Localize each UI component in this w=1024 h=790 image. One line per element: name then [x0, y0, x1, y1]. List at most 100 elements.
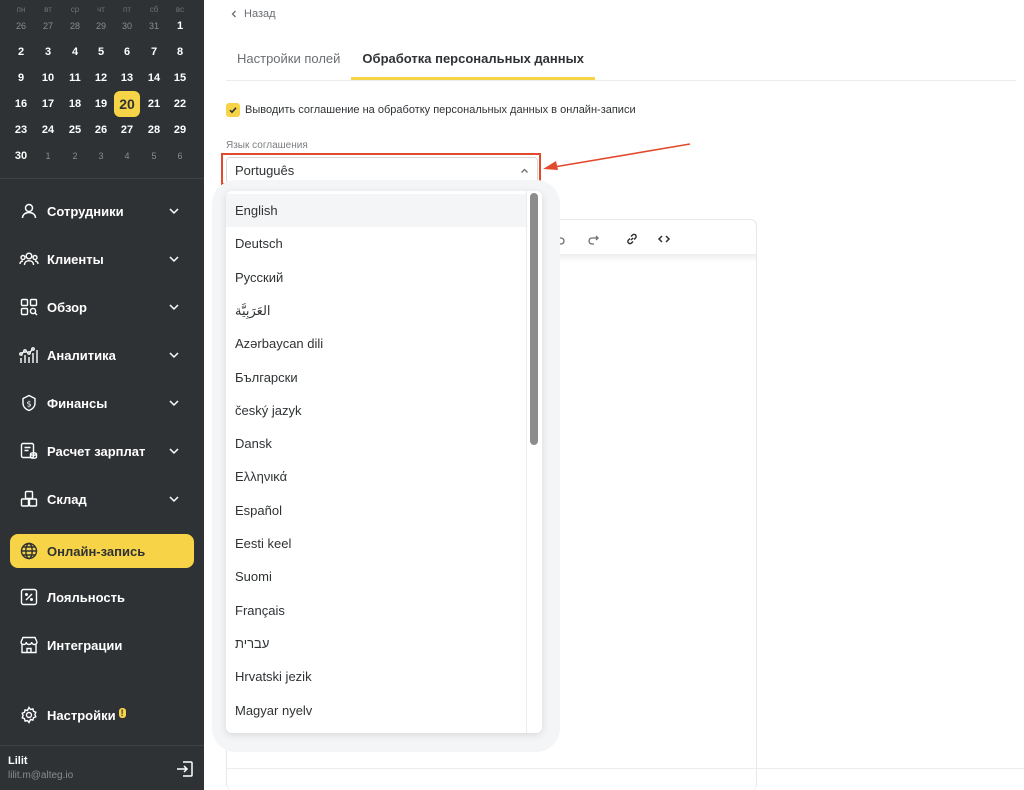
sidebar-item-label: Лояльность: [47, 589, 125, 605]
language-option[interactable]: Български: [226, 361, 526, 394]
calendar-day[interactable]: 21: [141, 91, 167, 117]
calendar-day[interactable]: 26: [8, 13, 34, 39]
calendar-day[interactable]: 16: [8, 91, 34, 117]
logout-icon[interactable]: [174, 758, 196, 780]
calendar-day[interactable]: 5: [141, 143, 167, 169]
sidebar-item-finance[interactable]: $ Финансы: [10, 386, 194, 420]
sidebar-item-analytics[interactable]: Аналитика: [10, 338, 194, 372]
payroll-icon: [19, 441, 39, 461]
calendar-day[interactable]: 24: [35, 117, 61, 143]
calendar-day[interactable]: 19: [88, 91, 114, 117]
language-option[interactable]: English: [226, 194, 526, 227]
language-option[interactable]: Azərbaycan dili: [226, 327, 526, 360]
redo-icon[interactable]: [584, 230, 602, 248]
calendar-day[interactable]: 1: [35, 143, 61, 169]
calendar-day[interactable]: 3: [35, 39, 61, 65]
language-option[interactable]: Dansk: [226, 427, 526, 460]
language-dropdown: Magyar nyelv Hrvatski jezik עברית Français S…: [226, 191, 542, 733]
calendar-day[interactable]: 12: [88, 65, 114, 91]
language-option[interactable]: Español: [226, 494, 526, 527]
calendar-day[interactable]: 11: [62, 65, 88, 91]
calendar-week: 30 1 2 3 4 5 6: [8, 143, 196, 169]
language-option[interactable]: Eesti keel: [226, 527, 526, 560]
calendar-day[interactable]: 29: [167, 117, 193, 143]
language-option[interactable]: Hrvatski jezik: [226, 660, 526, 693]
language-option[interactable]: český jazyk: [226, 394, 526, 427]
calendar-day-today[interactable]: 20: [114, 91, 140, 117]
calendar-day[interactable]: 28: [62, 13, 88, 39]
calendar-day[interactable]: 6: [167, 143, 193, 169]
calendar-day[interactable]: 14: [141, 65, 167, 91]
calendar-day[interactable]: 30: [114, 13, 140, 39]
chevron-down-icon: [169, 256, 179, 263]
sidebar-item-label: Онлайн-запись: [47, 543, 146, 559]
calendar-day[interactable]: 1: [167, 13, 193, 39]
sidebar-item-online-booking[interactable]: Онлайн-запись: [10, 534, 194, 568]
footer-divider: [226, 768, 1024, 769]
agreement-checkbox-row[interactable]: Выводить соглашение на обработку персона…: [226, 103, 636, 117]
back-link[interactable]: Назад: [230, 8, 276, 20]
sidebar-item-payroll[interactable]: Расчет зарплат: [10, 434, 194, 468]
calendar-day[interactable]: 23: [8, 117, 34, 143]
chevron-down-icon: [169, 400, 179, 407]
globe-icon: [19, 541, 39, 561]
language-option[interactable]: עברית: [226, 627, 526, 660]
calendar-day[interactable]: 2: [8, 39, 34, 65]
language-option[interactable]: Deutsch: [226, 227, 526, 260]
calendar-day[interactable]: 8: [167, 39, 193, 65]
sidebar-item-overview[interactable]: Обзор: [10, 290, 194, 324]
calendar-day[interactable]: 31: [141, 13, 167, 39]
calendar-day[interactable]: 13: [114, 65, 140, 91]
calendar-day[interactable]: 4: [62, 39, 88, 65]
calendar-day[interactable]: 30: [8, 143, 34, 169]
calendar-day[interactable]: 9: [8, 65, 34, 91]
checkbox-checked[interactable]: [226, 103, 240, 117]
link-icon[interactable]: [623, 230, 641, 248]
chevron-left-icon: [231, 10, 236, 18]
calendar-day[interactable]: 27: [114, 117, 140, 143]
calendar-day[interactable]: 3: [88, 143, 114, 169]
calendar-day[interactable]: 4: [114, 143, 140, 169]
calendar-day[interactable]: 5: [88, 39, 114, 65]
calendar-day[interactable]: 27: [35, 13, 61, 39]
calendar-day[interactable]: 29: [88, 13, 114, 39]
back-label: Назад: [244, 8, 276, 20]
sidebar-item-loyalty[interactable]: Лояльность: [10, 580, 194, 614]
calendar-day[interactable]: 22: [167, 91, 193, 117]
calendar-day[interactable]: 15: [167, 65, 193, 91]
language-option[interactable]: Français: [226, 594, 526, 627]
language-option[interactable]: العَرَبِيَّة: [226, 294, 526, 327]
calendar-day[interactable]: 7: [141, 39, 167, 65]
sidebar-item-clients[interactable]: Клиенты: [10, 242, 194, 276]
calendar-day[interactable]: 6: [114, 39, 140, 65]
sidebar-item-warehouse[interactable]: Склад: [10, 482, 194, 516]
calendar-day[interactable]: 26: [88, 117, 114, 143]
sidebar-item-label: Склад: [47, 491, 87, 507]
editor-toolbar-divider: [540, 254, 756, 262]
calendar-day[interactable]: 2: [62, 143, 88, 169]
checkbox-label: Выводить соглашение на обработку персона…: [245, 104, 636, 116]
sidebar-item-employees[interactable]: Сотрудники: [10, 194, 194, 228]
language-option[interactable]: Ελληνικά: [226, 460, 526, 493]
annotation-arrow: [543, 143, 691, 170]
notification-badge: !: [118, 707, 126, 718]
calendar-day[interactable]: 18: [62, 91, 88, 117]
calendar-week: 2345678: [8, 39, 196, 65]
scrollbar-thumb[interactable]: [530, 193, 538, 445]
chevron-down-icon: [169, 448, 179, 455]
language-option[interactable]: Magyar nyelv: [226, 694, 526, 727]
tabs-divider: [226, 80, 1016, 81]
calendar-day[interactable]: 28: [141, 117, 167, 143]
language-option[interactable]: Suomi: [226, 560, 526, 593]
code-icon[interactable]: [655, 230, 673, 248]
sidebar-item-integrations[interactable]: Интеграции: [10, 628, 194, 662]
tab-field-settings[interactable]: Настройки полей: [226, 44, 351, 80]
calendar-day[interactable]: 25: [62, 117, 88, 143]
sidebar-item-settings[interactable]: Настройки!: [10, 698, 194, 732]
tab-personal-data[interactable]: Обработка персональных данных: [351, 44, 595, 80]
language-option[interactable]: Русский: [226, 261, 526, 294]
calendar-day[interactable]: 10: [35, 65, 61, 91]
calendar-day[interactable]: 17: [35, 91, 61, 117]
chevron-up-icon: [521, 168, 528, 173]
language-field-label: Язык соглашения: [226, 140, 308, 151]
